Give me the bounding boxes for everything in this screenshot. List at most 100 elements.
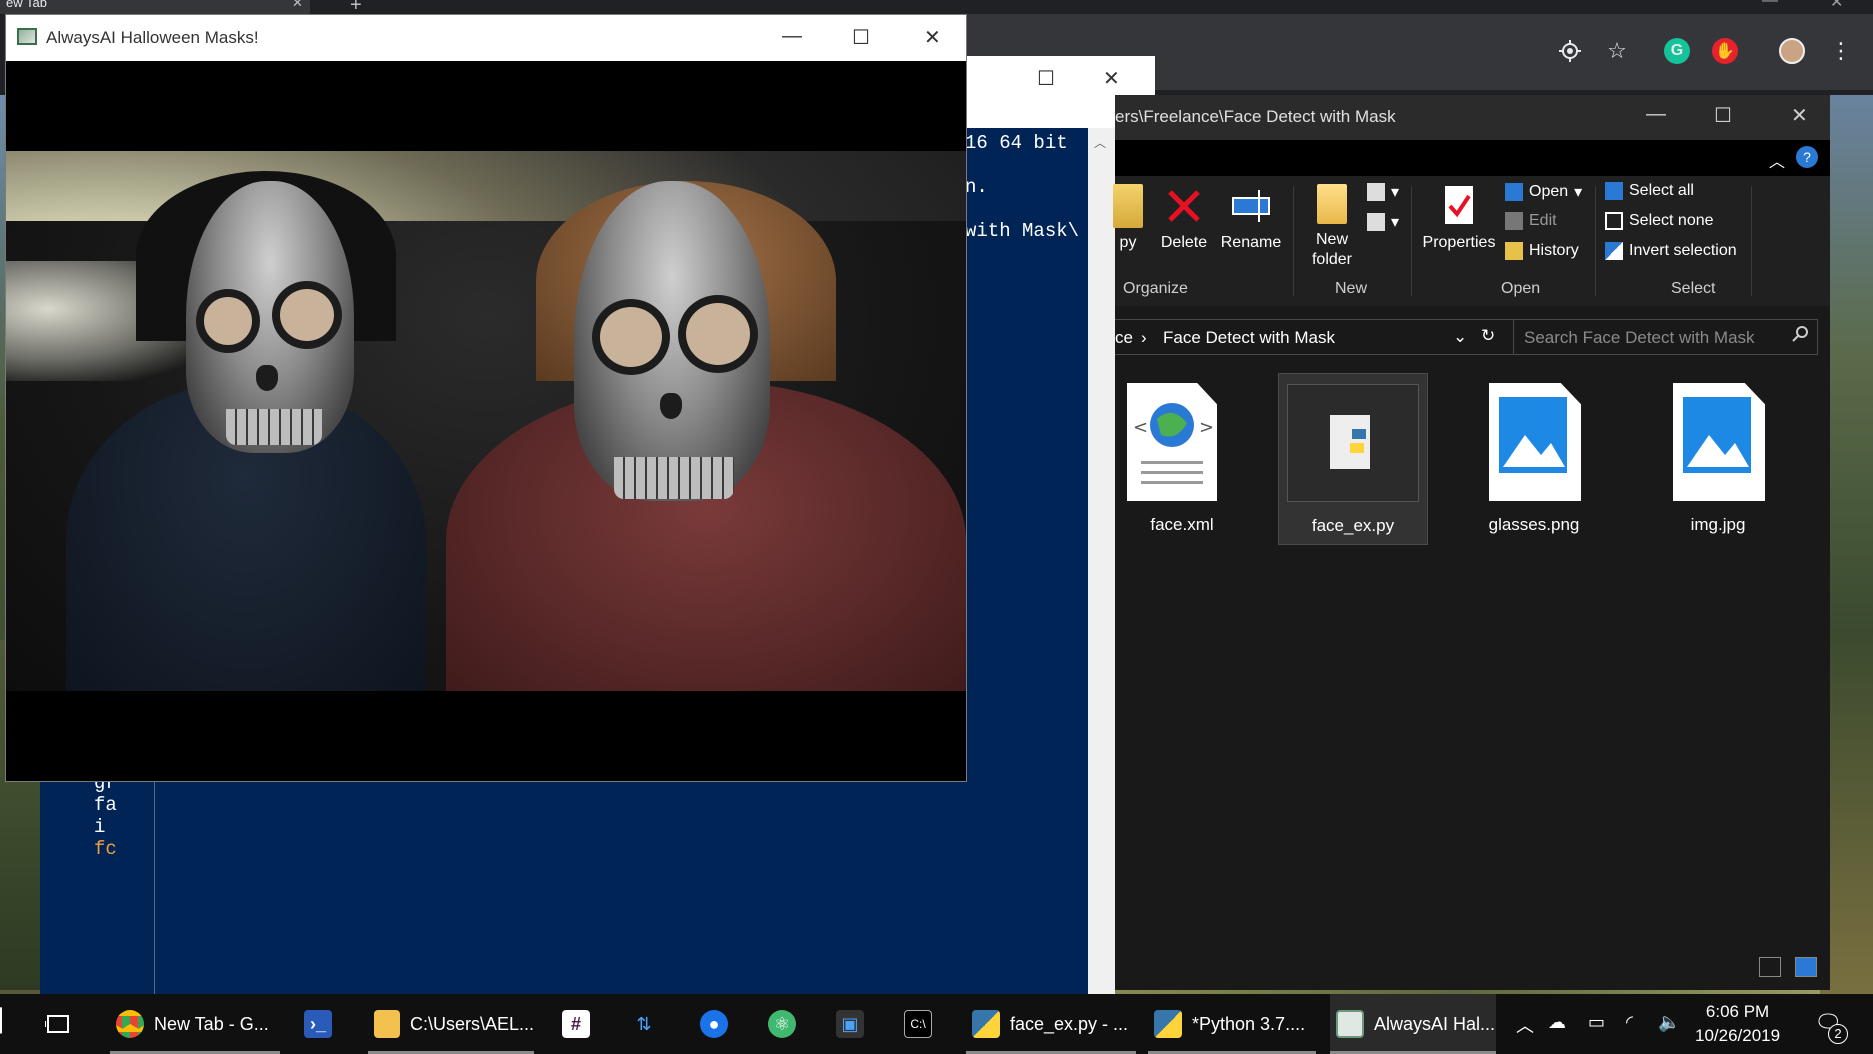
taskbar-powershell[interactable]: ›_ (304, 994, 332, 1054)
mask-teeth (226, 409, 322, 445)
adblock-icon[interactable]: ✋ (1712, 38, 1738, 64)
ribbon-group-organize: Organize (1123, 280, 1188, 297)
address-bar[interactable]: ce › Face Detect with Mask ⌄ ↻ (1115, 319, 1515, 355)
history-button[interactable]: History (1505, 242, 1579, 260)
show-hidden-icons-icon[interactable]: ︿ (1516, 1012, 1534, 1038)
grammarly-icon[interactable]: G (1664, 38, 1690, 64)
edit-button[interactable]: Edit (1505, 212, 1557, 230)
copy-label: py (1119, 234, 1137, 251)
maximize-icon[interactable]: ☐ (1714, 103, 1732, 128)
taskbar-chrome[interactable]: New Tab - G... (110, 994, 280, 1054)
onedrive-icon[interactable]: ☁ (1548, 1012, 1566, 1033)
clock[interactable]: 6:06 PM 10/26/2019 (1695, 1000, 1780, 1048)
search-input[interactable]: Search Face Detect with Mask (1513, 319, 1818, 355)
mask-eye (678, 295, 758, 373)
file-item-glasses-png[interactable]: glasses.png (1459, 373, 1609, 545)
rename-label: Rename (1220, 234, 1282, 251)
volume-icon[interactable]: 🔈 (1658, 1012, 1680, 1033)
history-label: History (1529, 242, 1579, 259)
close-icon[interactable]: ✕ (1791, 103, 1808, 128)
location-icon[interactable] (1557, 38, 1583, 64)
taskbar-security[interactable]: ▣ (836, 994, 864, 1054)
delete-label: Delete (1160, 234, 1208, 251)
chrome-minimize-icon[interactable]: — (1762, 0, 1778, 10)
select-none-button[interactable]: Select none (1605, 212, 1714, 230)
clipboard-icon (1113, 184, 1143, 228)
close-icon[interactable]: ✕ (1103, 66, 1120, 91)
details-view-icon[interactable] (1759, 957, 1781, 977)
rename-button[interactable]: Rename (1219, 184, 1283, 252)
alwaysai-titlebar: AlwaysAI Halloween Masks! — ☐ ✕ (6, 15, 966, 61)
taskbar-label: New Tab - G... (154, 1013, 269, 1034)
maximize-icon[interactable]: ☐ (852, 25, 870, 50)
maximize-icon[interactable]: ☐ (1037, 66, 1055, 91)
task-view-icon (44, 1010, 72, 1038)
powershell-icon: ›_ (304, 1010, 332, 1038)
minimize-icon[interactable]: — (1646, 103, 1666, 126)
open-icon (1505, 183, 1523, 201)
console-line: with Mask\ (965, 220, 1080, 242)
ribbon-group-new: New (1335, 280, 1368, 297)
taskbar-python-shell[interactable]: *Python 3.7.... (1148, 994, 1316, 1054)
taskbar: ▏ New Tab - G... ›_ C:\Users\AEL... # ⇅ … (0, 994, 1873, 1054)
cmd-icon: C:\ (904, 1010, 932, 1038)
profile-avatar[interactable] (1779, 38, 1805, 64)
properties-label: Properties (1422, 234, 1496, 251)
python-idle-icon (972, 1010, 1000, 1038)
mask-teeth (614, 457, 734, 499)
taskbar-slack[interactable]: # (562, 994, 590, 1054)
taskbar-idle-editor[interactable]: face_ex.py - ... (966, 994, 1136, 1054)
taskbar-explorer[interactable]: C:\Users\AEL... (368, 994, 534, 1054)
code-line: fa (94, 794, 117, 816)
chrome-tab-new-tab[interactable]: ew Tab ✕ (0, 0, 310, 14)
folder-icon (374, 1010, 400, 1038)
mask-eye (592, 299, 670, 375)
breadcrumb-folder[interactable]: Face Detect with Mask (1163, 328, 1335, 348)
large-icons-view-icon[interactable] (1795, 957, 1817, 977)
copy-button[interactable]: py (1111, 184, 1145, 252)
task-view-button[interactable] (44, 994, 72, 1054)
battery-icon[interactable]: ▭ (1588, 1012, 1605, 1033)
search-icon[interactable] (1792, 326, 1808, 347)
new-item-button[interactable]: ▾ (1367, 182, 1399, 202)
select-all-button[interactable]: Select all (1605, 182, 1694, 200)
close-icon[interactable]: ✕ (924, 25, 941, 50)
select-all-label: Select all (1629, 182, 1694, 199)
chevron-down-icon[interactable]: ⌄ (1453, 327, 1467, 347)
delete-button[interactable]: Delete (1155, 184, 1213, 252)
taskbar-network[interactable]: ⇅ (630, 994, 658, 1054)
taskbar-atom[interactable]: ⚛ (768, 994, 796, 1054)
explorer-statusbar (1115, 947, 1830, 990)
minimize-icon[interactable]: — (782, 25, 802, 48)
file-item-img-jpg[interactable]: img.jpg (1643, 373, 1793, 545)
console-line: n. (965, 176, 988, 198)
refresh-icon[interactable]: ↻ (1481, 326, 1495, 346)
taskbar-label: face_ex.py - ... (1010, 1013, 1129, 1034)
taskbar-label: *Python 3.7.... (1192, 1013, 1306, 1034)
chrome-close-icon[interactable]: ✕ (1830, 0, 1843, 12)
new-folder-button[interactable]: New folder (1305, 184, 1359, 270)
star-icon[interactable]: ☆ (1604, 38, 1630, 64)
wifi-icon[interactable]: ◜ (1626, 1012, 1633, 1033)
invert-selection-button[interactable]: Invert selection (1605, 242, 1737, 260)
help-icon[interactable]: ? (1796, 146, 1818, 168)
app-icon (17, 28, 37, 45)
collapse-ribbon-icon[interactable]: ︿ (1769, 148, 1785, 172)
close-icon[interactable]: ✕ (292, 0, 303, 10)
taskbar-alwaysai[interactable]: AlwaysAI Hal... (1330, 994, 1496, 1054)
scroll-up-icon[interactable]: ︿ (1094, 134, 1106, 151)
taskbar-cmd[interactable]: C:\ (904, 994, 932, 1054)
properties-button[interactable]: Properties (1419, 184, 1499, 252)
open-button[interactable]: Open ▾ (1505, 182, 1582, 202)
file-name: glasses.png (1488, 515, 1580, 534)
ribbon-separator (1595, 186, 1596, 296)
breadcrumb-separator: › (1141, 328, 1147, 347)
taskbar-maps[interactable]: ● (700, 994, 728, 1054)
alwaysai-window: AlwaysAI Halloween Masks! — ☐ ✕ (5, 14, 967, 782)
file-item-face-xml[interactable]: < > face.xml (1107, 373, 1257, 545)
more-menu-icon[interactable]: ⋮ (1828, 38, 1854, 64)
file-item-face-ex-py[interactable]: face_ex.py (1278, 373, 1428, 545)
chrome-icon (116, 1010, 144, 1038)
powershell-scrollbar[interactable]: ︿ (1088, 128, 1115, 994)
easy-access-button[interactable]: ▾ (1367, 212, 1399, 232)
